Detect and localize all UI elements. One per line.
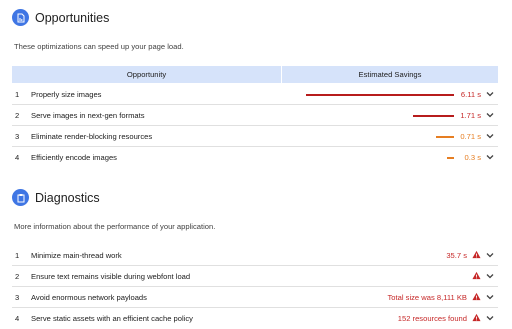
chevron-down-icon[interactable] <box>485 313 495 323</box>
opportunity-row[interactable]: 3 Eliminate render-blocking resources 0.… <box>12 126 498 147</box>
chevron-down-icon[interactable] <box>485 271 495 281</box>
opportunity-row[interactable]: 2 Serve images in next-gen formats 1.71 … <box>12 105 498 126</box>
estimated-savings-column-header: Estimated Savings <box>282 66 498 83</box>
diagnostic-row[interactable]: 2 Ensure text remains visible during web… <box>12 266 498 287</box>
diagnostics-title: Diagnostics <box>35 190 100 205</box>
clipboard-icon <box>12 189 29 206</box>
diagnostic-row[interactable]: 1 Minimize main-thread work 35.7 s <box>12 245 498 266</box>
opportunity-row[interactable]: 1 Properly size images 6.11 s <box>12 84 498 105</box>
opportunity-label: Serve images in next-gen formats <box>31 110 145 120</box>
opportunities-title: Opportunities <box>35 10 110 25</box>
row-index: 4 <box>15 153 20 162</box>
chevron-down-icon[interactable] <box>485 131 495 141</box>
opportunity-row[interactable]: 4 Efficiently encode images 0.3 s <box>12 147 498 168</box>
diagnostic-label: Minimize main-thread work <box>31 250 122 260</box>
opportunity-column-header: Opportunity <box>12 66 281 83</box>
file-chart-icon <box>12 9 29 26</box>
diagnostic-label: Ensure text remains visible during webfo… <box>31 271 191 281</box>
chevron-down-icon[interactable] <box>485 110 495 120</box>
diagnostic-value: Total size was 8,111 KB <box>387 293 468 302</box>
diagnostic-label: Serve static assets with an efficient ca… <box>31 314 193 323</box>
opportunities-header: Opportunities <box>12 9 109 26</box>
warning-triangle-icon <box>472 292 481 301</box>
savings-value: 6.11 s <box>460 90 481 99</box>
diagnostics-description: More information about the performance o… <box>14 222 216 231</box>
opportunities-table-header: Opportunity Estimated Savings <box>12 66 498 83</box>
chevron-down-icon[interactable] <box>485 152 495 162</box>
warning-triangle-icon <box>472 250 481 259</box>
row-index: 4 <box>15 314 20 323</box>
chevron-down-icon[interactable] <box>485 292 495 302</box>
diagnostic-row[interactable]: 4 Serve static assets with an efficient … <box>12 308 498 329</box>
row-index: 2 <box>15 110 20 120</box>
chevron-down-icon[interactable] <box>485 250 495 260</box>
opportunity-label: Efficiently encode images <box>31 153 117 162</box>
row-index: 1 <box>15 250 20 260</box>
warning-triangle-icon <box>472 271 481 280</box>
savings-bar <box>436 136 454 138</box>
savings-bar <box>413 115 454 117</box>
row-index: 3 <box>15 131 20 141</box>
savings-value: 0.71 s <box>460 132 481 141</box>
diagnostic-label: Avoid enormous network payloads <box>31 292 147 302</box>
diagnostic-value: 152 resources found <box>397 314 467 323</box>
savings-value: 1.71 s <box>460 111 481 120</box>
savings-bar <box>306 94 454 96</box>
diagnostic-value: 35.7 s <box>446 251 467 260</box>
savings-value: 0.3 s <box>464 153 481 162</box>
opportunity-label: Eliminate render-blocking resources <box>31 131 153 141</box>
row-index: 2 <box>15 271 20 281</box>
diagnostic-row[interactable]: 3 Avoid enormous network payloads Total … <box>12 287 498 308</box>
opportunities-description: These optimizations can speed up your pa… <box>14 42 184 51</box>
row-index: 1 <box>15 89 20 99</box>
row-index: 3 <box>15 292 20 302</box>
chevron-down-icon[interactable] <box>485 89 495 99</box>
savings-bar <box>447 157 454 159</box>
opportunity-label: Properly size images <box>31 89 102 99</box>
warning-triangle-icon <box>472 313 481 322</box>
diagnostics-header: Diagnostics <box>12 189 100 206</box>
